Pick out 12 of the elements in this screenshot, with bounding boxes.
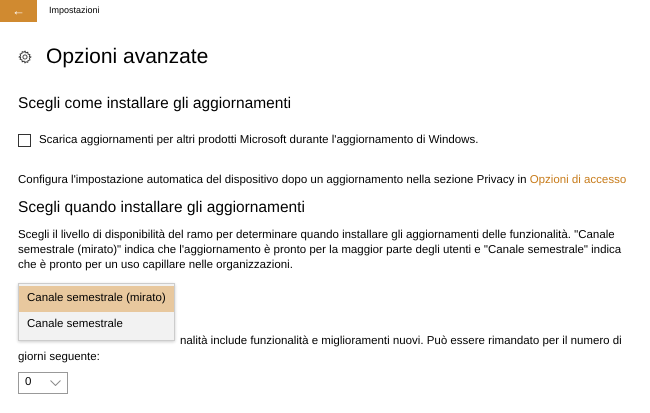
chevron-down-icon <box>50 380 61 386</box>
description-text: Scegli il livello di disponibilità del ramo per determinare quando installare gli aggiornamenti delle funzionalità. "Canale semestrale (mirato)" indica che l'aggiornamento è pronto per la maggior parte degli utenti e "Canale semestrale" indica che è pronto per un uso capillare nelle organizzazioni. <box>18 228 622 273</box>
page-title: Opzioni avanzate <box>46 44 208 70</box>
app-title: Impostazioni <box>48 4 100 18</box>
checkbox[interactable] <box>18 134 31 147</box>
checkbox-label: Scarica aggiornamenti per altri prodotti Microsoft durante l'aggiornamento di Windows. <box>39 132 478 148</box>
section-heading: Scegli come installare gli aggiornamenti <box>18 95 292 114</box>
days-dropdown[interactable]: 0 <box>18 372 68 394</box>
info-text: Configura l'impostazione automatica del dispositivo dopo un aggiornamento nella sezione Privacy in Opzioni di accesso <box>18 173 628 188</box>
dropdown-option[interactable]: Canale semestrale (mirato) <box>19 286 174 312</box>
settings-icon <box>18 50 32 64</box>
section-heading: Scegli quando installare gli aggiornamenti <box>18 199 306 218</box>
